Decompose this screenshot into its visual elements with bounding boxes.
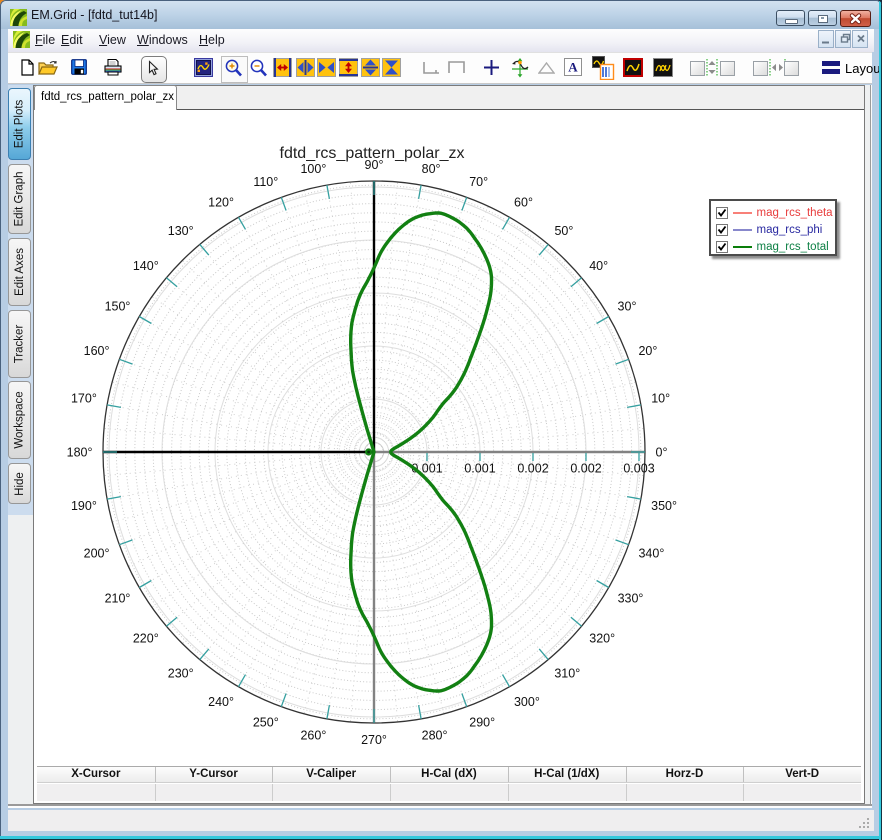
- svg-text:310°: 310°: [554, 667, 580, 681]
- svg-text:100°: 100°: [300, 162, 326, 176]
- svg-text:150°: 150°: [105, 299, 131, 313]
- svg-text:350°: 350°: [651, 499, 677, 513]
- svg-text:0°: 0°: [656, 445, 668, 459]
- svg-text:230°: 230°: [168, 667, 194, 681]
- svg-text:30°: 30°: [618, 299, 637, 313]
- svg-text:320°: 320°: [589, 632, 615, 646]
- svg-text:140°: 140°: [133, 259, 159, 273]
- svg-text:70°: 70°: [469, 175, 488, 189]
- svg-text:10°: 10°: [651, 392, 670, 406]
- svg-text:fdtd_rcs_pattern_polar_zx: fdtd_rcs_pattern_polar_zx: [280, 145, 465, 162]
- svg-text:170°: 170°: [71, 392, 97, 406]
- svg-text:130°: 130°: [168, 224, 194, 238]
- svg-text:210°: 210°: [105, 591, 131, 605]
- svg-text:0.001: 0.001: [464, 462, 495, 476]
- svg-text:330°: 330°: [618, 591, 644, 605]
- svg-text:220°: 220°: [133, 632, 159, 646]
- svg-text:0.002: 0.002: [570, 462, 601, 476]
- svg-text:120°: 120°: [208, 196, 234, 210]
- svg-text:160°: 160°: [84, 344, 110, 358]
- svg-text:40°: 40°: [589, 259, 608, 273]
- svg-text:0.002: 0.002: [517, 462, 548, 476]
- svg-text:280°: 280°: [422, 729, 448, 743]
- svg-text:0.003: 0.003: [623, 462, 654, 476]
- svg-text:240°: 240°: [208, 695, 234, 709]
- svg-text:290°: 290°: [469, 716, 495, 730]
- svg-text:20°: 20°: [638, 344, 657, 358]
- svg-text:80°: 80°: [422, 162, 441, 176]
- svg-text:180°: 180°: [67, 445, 93, 459]
- svg-text:190°: 190°: [71, 499, 97, 513]
- svg-text:250°: 250°: [253, 716, 279, 730]
- svg-text:50°: 50°: [554, 224, 573, 238]
- svg-text:260°: 260°: [300, 729, 326, 743]
- svg-text:300°: 300°: [514, 695, 540, 709]
- svg-text:A: A: [568, 60, 578, 75]
- svg-text:270°: 270°: [361, 733, 387, 747]
- svg-text:200°: 200°: [84, 547, 110, 561]
- svg-text:60°: 60°: [514, 196, 533, 210]
- svg-text:110°: 110°: [253, 175, 278, 189]
- svg-text:340°: 340°: [638, 547, 664, 561]
